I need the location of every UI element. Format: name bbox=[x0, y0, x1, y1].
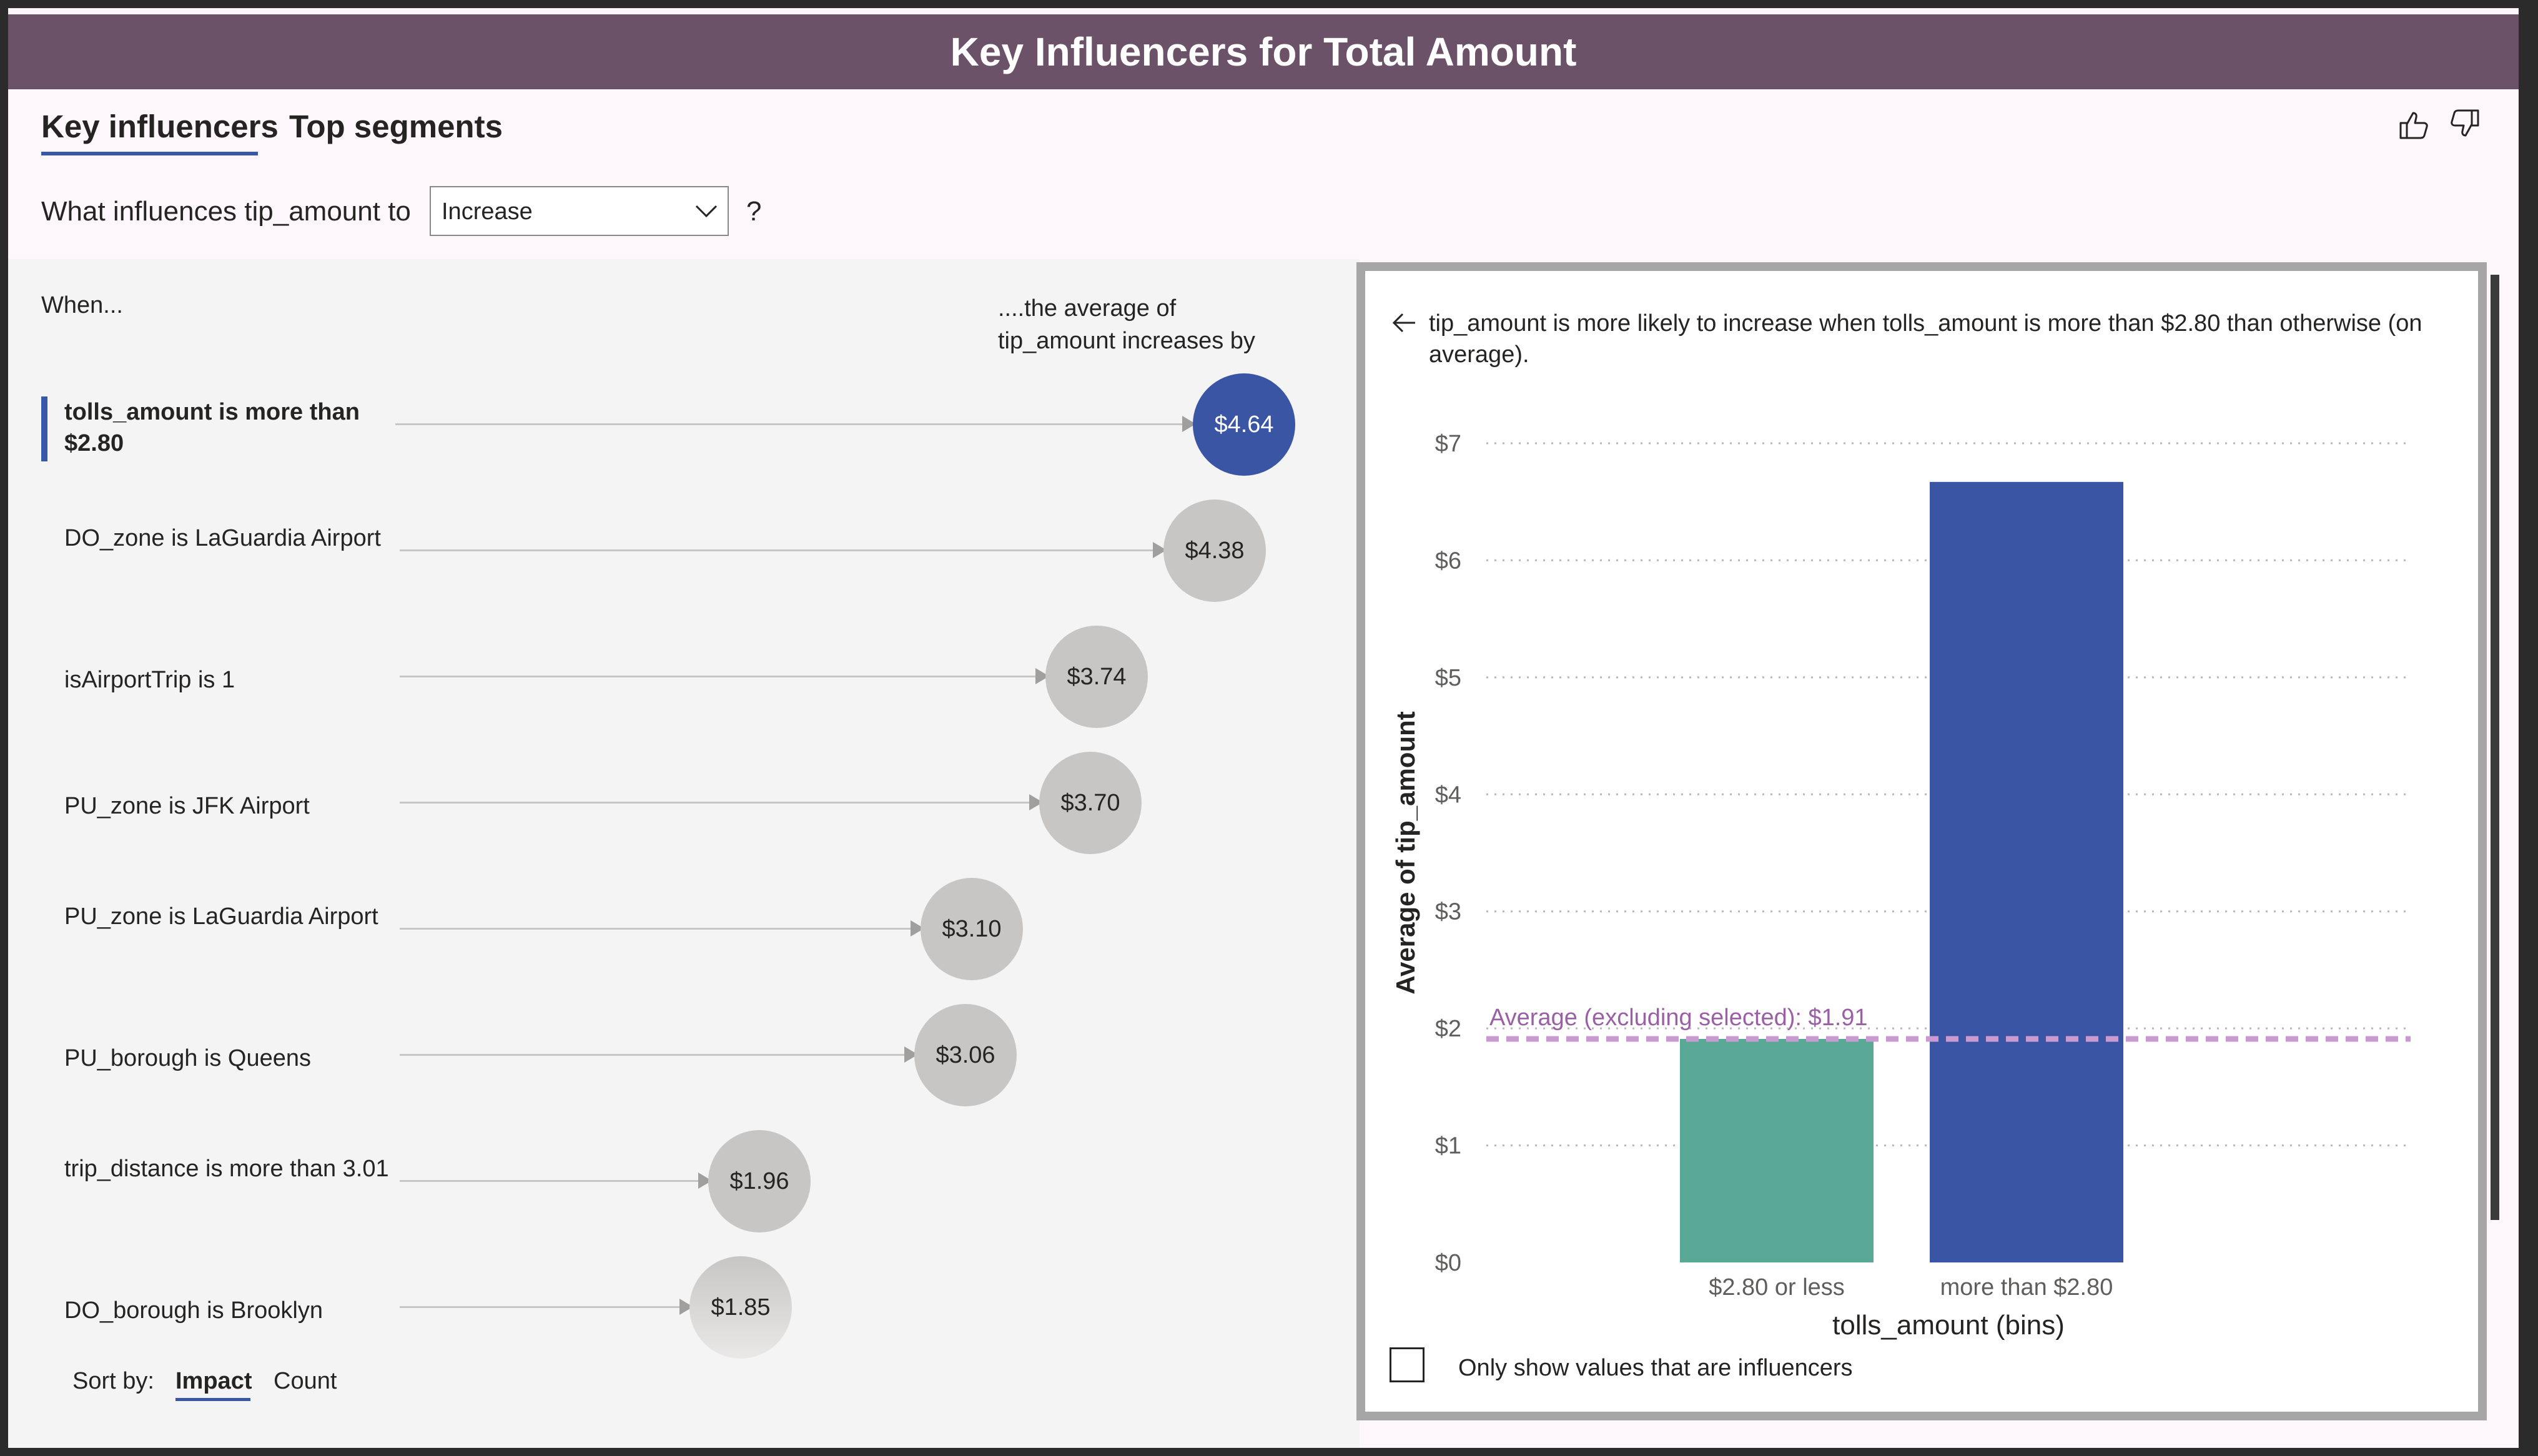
influencer-label[interactable]: tolls_amount is more than $2.80 bbox=[64, 396, 389, 459]
influencer-connector bbox=[400, 1306, 687, 1308]
influencer-connector bbox=[400, 1054, 912, 1056]
influencer-value-bubble[interactable]: $3.70 bbox=[1039, 752, 1142, 854]
dropdown-selected-value: Increase bbox=[442, 199, 533, 225]
x-axis-title: tolls_amount (bins) bbox=[1832, 1310, 2065, 1340]
y-tick-label: $7 bbox=[1435, 431, 1461, 457]
average-column-header: ....the average of tip_amount increases … bbox=[998, 292, 1255, 357]
y-tick-label: $5 bbox=[1435, 665, 1461, 691]
influencer-label[interactable]: PU_zone is LaGuardia Airport bbox=[64, 901, 389, 932]
y-tick-label: $0 bbox=[1435, 1250, 1461, 1276]
influencers-only-checkbox[interactable] bbox=[1390, 1347, 1425, 1382]
active-tab-indicator bbox=[41, 152, 258, 155]
direction-dropdown[interactable]: Increase bbox=[430, 186, 729, 236]
influencer-connector bbox=[395, 423, 1190, 425]
checkbox-label: Only show values that are influencers bbox=[1458, 1355, 1853, 1381]
influencer-connector bbox=[400, 928, 918, 930]
x-tick-label: more than $2.80 bbox=[1940, 1274, 2113, 1301]
thumbs-up-icon[interactable] bbox=[2397, 107, 2432, 142]
chevron-down-icon bbox=[695, 205, 718, 218]
influencer-value-bubble[interactable]: $1.85 bbox=[689, 1256, 792, 1359]
influencer-value-bubble[interactable]: $4.64 bbox=[1193, 373, 1295, 476]
influencer-connector bbox=[400, 549, 1160, 551]
sort-count-option[interactable]: Count bbox=[274, 1368, 337, 1395]
sort-selected-indicator bbox=[175, 1398, 250, 1401]
selected-row-indicator bbox=[41, 396, 47, 461]
influencer-label[interactable]: PU_zone is JFK Airport bbox=[64, 790, 389, 822]
y-tick-label: $4 bbox=[1435, 782, 1461, 808]
influencer-label[interactable]: isAirportTrip is 1 bbox=[64, 664, 389, 696]
y-tick-label: $3 bbox=[1435, 899, 1461, 925]
reference-line-label: Average (excluding selected): $1.91 bbox=[1489, 1005, 1868, 1031]
influencer-value-bubble[interactable]: $1.96 bbox=[708, 1130, 811, 1232]
bar bbox=[1930, 481, 2123, 1262]
title-bar: Key Influencers for Total Amount bbox=[8, 14, 2519, 89]
influencer-label[interactable]: PU_borough is Queens bbox=[64, 1043, 389, 1074]
sort-label: Sort by: bbox=[72, 1368, 154, 1394]
influencer-value-bubble[interactable]: $3.06 bbox=[914, 1004, 1017, 1106]
influencer-value-bubble[interactable]: $4.38 bbox=[1163, 499, 1266, 602]
sort-impact-option[interactable]: Impact bbox=[175, 1368, 252, 1395]
influencer-connector bbox=[400, 1180, 706, 1182]
scrollbar[interactable] bbox=[2491, 275, 2499, 1220]
influencer-connector bbox=[400, 676, 1043, 677]
influencer-value-bubble[interactable]: $3.10 bbox=[921, 878, 1023, 980]
thumbs-down-icon[interactable] bbox=[2447, 107, 2482, 142]
when-column-header: When... bbox=[41, 292, 123, 318]
y-axis-title: Average of tip_amount bbox=[1391, 711, 1420, 995]
influencer-connector bbox=[400, 802, 1037, 804]
influencer-label[interactable]: DO_borough is Brooklyn bbox=[64, 1295, 389, 1326]
question-mark: ? bbox=[746, 196, 762, 227]
influencer-explanation: tip_amount is more likely to increase wh… bbox=[1429, 310, 2422, 368]
average-header-line-1: ....the average of bbox=[998, 295, 1177, 322]
influencer-label[interactable]: trip_distance is more than 3.01 bbox=[64, 1153, 389, 1184]
average-header-line-2: tip_amount increases by bbox=[998, 328, 1255, 354]
tab-top-segments[interactable]: Top segments bbox=[289, 105, 503, 149]
influencer-value-bubble[interactable]: $3.74 bbox=[1045, 626, 1148, 728]
y-tick-label: $1 bbox=[1435, 1133, 1461, 1159]
y-tick-label: $2 bbox=[1435, 1016, 1461, 1042]
x-tick-label: $2.80 or less bbox=[1709, 1274, 1845, 1301]
page-title: Key Influencers for Total Amount bbox=[950, 29, 1577, 74]
tip-amount-bar-chart: $0 $1 $2 $3 $4 $5 $6 $7 $2.80 or less more than $… bbox=[1391, 431, 2411, 1340]
influencer-label[interactable]: DO_zone is LaGuardia Airport bbox=[64, 523, 389, 554]
question-label: What influences tip_amount to bbox=[41, 196, 411, 227]
bar bbox=[1680, 1039, 1874, 1262]
y-tick-label: $6 bbox=[1435, 548, 1461, 574]
arrow-left-icon[interactable] bbox=[1385, 304, 1423, 342]
tab-key-influencers[interactable]: Key influencers bbox=[41, 105, 279, 149]
